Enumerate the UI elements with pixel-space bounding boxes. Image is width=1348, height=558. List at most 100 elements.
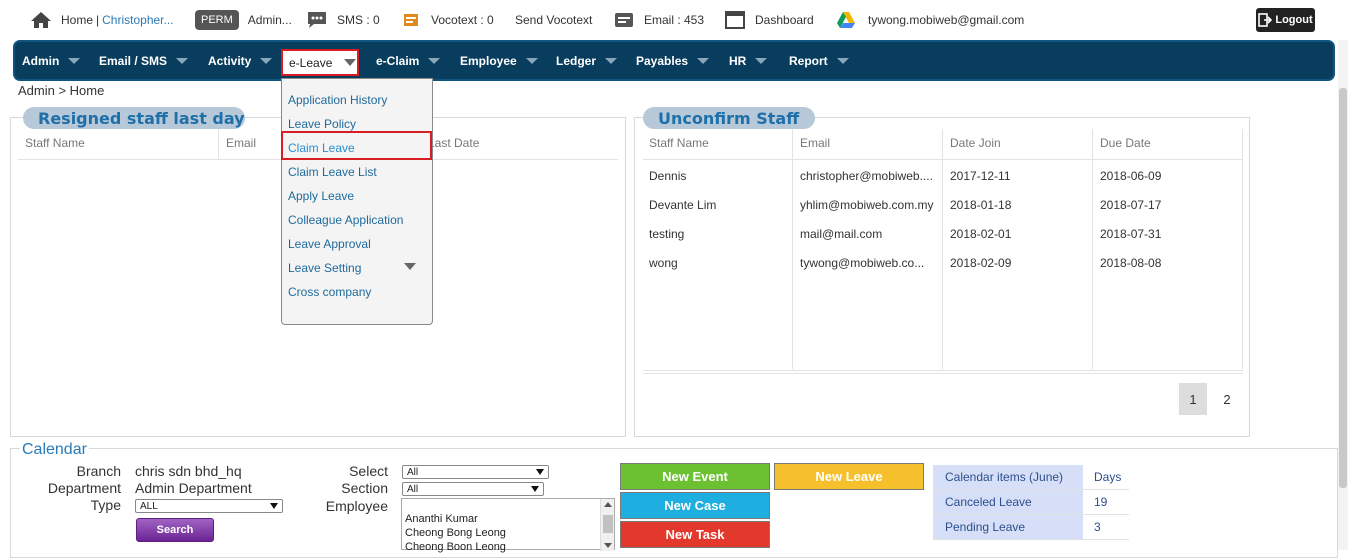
canceled-leave-value: 19 [1094,495,1108,509]
chevron-down-icon [428,58,441,64]
pending-leave-label[interactable]: Pending Leave [933,515,1083,539]
canceled-leave-label[interactable]: Canceled Leave [933,490,1083,514]
nav-email-sms-label: Email / SMS [99,54,168,68]
resigned-header-last-date: Last Date [428,136,480,150]
type-label: Type [90,497,121,513]
nav-email-sms[interactable]: Email / SMS [99,54,189,68]
branch-value: chris sdn bhd_hq [135,463,242,479]
email-icon [615,13,633,27]
perm-badge: PERM [195,10,239,30]
menu-item-leave-setting[interactable]: Leave Setting [288,261,361,275]
email-cell: mail@mail.com [800,227,883,241]
menu-item-colleague-application[interactable]: Colleague Application [288,213,403,227]
nav-ledger-label: Ledger [556,54,597,68]
nav-payables[interactable]: Payables [636,54,710,68]
employee-label: Employee [325,498,388,514]
menu-item-leave-policy[interactable]: Leave Policy [288,117,356,131]
menu-item-application-history[interactable]: Application History [288,93,387,107]
type-select[interactable]: ALL [135,499,283,513]
nav-activity[interactable]: Activity [208,54,273,68]
home-link[interactable]: Home | Christopher... [30,0,174,40]
nav-admin[interactable]: Admin [22,54,81,68]
select-dropdown-value: All [407,466,419,478]
nav-hr-label: HR [729,54,747,68]
page-scrollbar[interactable] [1338,40,1348,550]
vocotext-link[interactable]: Vocotext : 0 [402,0,494,40]
chevron-down-icon [536,469,544,475]
top-bar: Home | Christopher... PERM Admin... SMS … [0,0,1348,40]
sms-count: SMS : 0 [337,13,380,27]
page-1-button[interactable]: 1 [1179,383,1207,415]
unconfirm-staff-title: Unconfirm Staff [643,107,815,129]
list-item[interactable]: Ananthi Kumar [405,513,478,525]
new-leave-button[interactable]: New Leave [774,463,924,490]
list-item[interactable]: Cheong Boon Leong [405,541,506,553]
google-drive-link[interactable]: tywong.mobiweb@gmail.com [836,0,1024,40]
nav-payables-label: Payables [636,54,689,68]
user-name-link[interactable]: Christopher... [102,13,173,27]
stats-header-label: Calendar items (June) [933,465,1083,489]
due-date-cell: 2018-06-09 [1100,169,1162,183]
nav-eclaim[interactable]: e-Claim [376,54,441,68]
search-button[interactable]: Search [136,518,214,542]
nav-ledger[interactable]: Ledger [556,54,618,68]
menu-item-leave-approval[interactable]: Leave Approval [288,237,371,251]
due-date-cell: 2018-07-17 [1100,198,1162,212]
table-footer-divider [643,373,1243,374]
resigned-staff-title: Resigned staff last day [23,107,245,129]
staff-name-cell: Devante Lim [649,198,717,212]
home-icon [31,12,51,28]
dashboard-link[interactable]: Dashboard [725,0,814,40]
section-select[interactable]: All [402,482,544,496]
employee-listbox[interactable]: Ananthi Kumar Cheong Bong Leong Cheong B… [401,498,615,553]
select-label: Select [349,463,388,479]
list-item[interactable]: Cheong Bong Leong [405,527,506,539]
branch-label: Branch [76,463,121,479]
chevron-down-icon [604,543,612,548]
chevron-down-icon [697,58,710,64]
sms-link[interactable]: SMS : 0 [306,0,380,40]
chevron-down-icon [531,486,539,492]
chevron-down-icon [605,58,618,64]
send-vocotext-link[interactable]: Send Vocotext [515,0,592,40]
nav-eclaim-label: e-Claim [376,54,420,68]
department-label: Department [47,480,121,496]
scrollbar-thumb[interactable] [1339,88,1347,488]
resigned-header-staff-name: Staff Name [25,136,85,150]
select-dropdown[interactable]: All [402,465,549,479]
nav-eleave-label: e-Leave [289,55,333,70]
calendar-title: Calendar [20,441,89,459]
scrollbar-thumb[interactable] [603,515,613,533]
nav-hr[interactable]: HR [729,54,768,68]
separator: | [96,13,100,27]
page-2-button[interactable]: 2 [1213,383,1241,415]
nav-employee[interactable]: Employee [460,54,538,68]
google-drive-icon [837,12,855,28]
new-case-button[interactable]: New Case [620,492,770,519]
column-divider [792,129,793,369]
listbox-scrollbar[interactable] [600,499,614,551]
column-divider [942,129,943,369]
nav-eleave[interactable]: e-Leave [281,49,359,76]
nav-admin-label: Admin [22,54,60,68]
menu-item-claim-leave-list[interactable]: Claim Leave List [288,165,377,179]
staff-name-cell: testing [649,227,685,241]
menu-item-apply-leave[interactable]: Apply Leave [288,189,354,203]
column-divider [1242,129,1243,369]
account-email: tywong.mobiweb@gmail.com [868,13,1025,27]
perm-menu[interactable]: PERM Admin... [195,0,292,40]
unconfirm-header-date-join: Date Join [950,136,1001,150]
header-divider [643,159,1243,160]
chevron-down-icon [260,58,273,64]
menu-item-cross-company[interactable]: Cross company [288,285,371,299]
nav-employee-label: Employee [460,54,517,68]
chevron-down-icon [836,58,849,64]
email-link[interactable]: Email : 453 [614,0,704,40]
nav-report[interactable]: Report [789,54,849,68]
resigned-header-email: Email [226,136,257,150]
date-join-cell: 2018-02-01 [950,227,1012,241]
new-event-button[interactable]: New Event [620,463,770,490]
date-join-cell: 2017-12-11 [950,169,1011,183]
logout-button[interactable]: Logout [1256,8,1315,32]
new-task-button[interactable]: New Task [620,521,770,548]
